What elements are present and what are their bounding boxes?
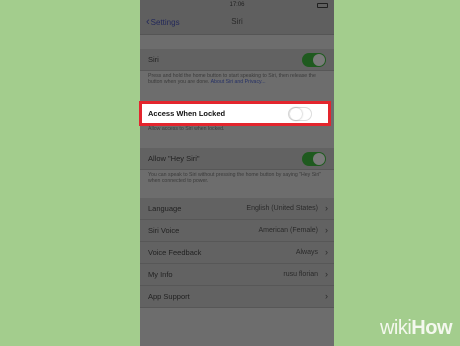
locked-footnote: Allow access to Siri when locked. (148, 126, 225, 132)
siri-row[interactable]: Siri (140, 49, 334, 71)
siri-voice-value: American (Female) (258, 227, 318, 234)
access-when-locked-row[interactable]: Access When Locked (139, 101, 331, 126)
hey-siri-label: Allow "Hey Siri" (148, 154, 200, 163)
watermark-wiki: wiki (379, 317, 412, 339)
language-value: English (United States) (246, 205, 318, 212)
my-info-value: rusu florian (283, 271, 318, 278)
voice-feedback-label: Voice Feedback (148, 248, 202, 257)
chevron-right-icon: › (325, 247, 328, 257)
voice-feedback-row[interactable]: Voice Feedback Always › (140, 242, 334, 264)
access-when-locked-label: Access When Locked (148, 109, 226, 118)
status-bar: 17:06 (140, 0, 334, 10)
status-time: 17:06 (229, 2, 245, 8)
about-siri-privacy-link[interactable]: About Siri and Privacy... (211, 79, 266, 85)
siri-voice-row[interactable]: Siri Voice American (Female) › (140, 220, 334, 242)
siri-footnote: Press and hold the home button to start … (148, 73, 326, 86)
toggle-knob (313, 153, 325, 165)
watermark-how: How (411, 317, 452, 339)
wikihow-watermark: wikiHow (379, 317, 453, 340)
app-support-row[interactable]: App Support › (140, 286, 334, 308)
phone-screen: 17:06 ‹Settings Siri Siri Press and hold… (140, 0, 334, 346)
chevron-right-icon: › (325, 269, 328, 279)
battery-icon (317, 3, 328, 8)
toggle-knob (290, 108, 302, 120)
chevron-right-icon: › (325, 291, 328, 301)
navigation-bar: ‹Settings Siri (140, 10, 334, 35)
chevron-right-icon: › (325, 203, 328, 213)
siri-toggle[interactable] (302, 53, 326, 67)
page-title: Siri (231, 17, 243, 26)
siri-voice-label: Siri Voice (148, 226, 180, 235)
voice-feedback-value: Always (295, 249, 318, 256)
language-label: Language (148, 204, 182, 213)
my-info-label: My Info (148, 270, 173, 279)
my-info-row[interactable]: My Info rusu florian › (140, 264, 334, 286)
chevron-right-icon: › (325, 225, 328, 235)
siri-label: Siri (148, 55, 159, 64)
hey-siri-footnote: You can speak to Siri without pressing t… (148, 172, 322, 185)
access-when-locked-toggle[interactable] (288, 107, 312, 121)
hey-siri-toggle[interactable] (302, 152, 326, 166)
toggle-knob (313, 54, 325, 66)
hey-siri-row[interactable]: Allow "Hey Siri" (140, 148, 334, 170)
language-row[interactable]: Language English (United States) › (140, 198, 334, 220)
app-support-label: App Support (148, 292, 190, 301)
